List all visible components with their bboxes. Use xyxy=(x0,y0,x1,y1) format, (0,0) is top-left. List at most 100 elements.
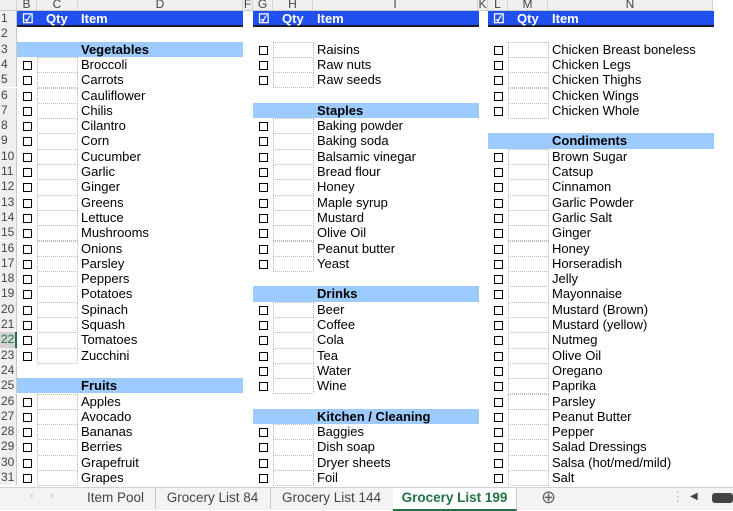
item-checkbox[interactable] xyxy=(259,458,268,468)
item-checkbox[interactable] xyxy=(494,168,503,177)
row-number[interactable]: 31 xyxy=(0,470,17,486)
column-header-B[interactable]: B xyxy=(17,0,37,11)
item-checkbox[interactable] xyxy=(494,183,503,193)
item-checkbox[interactable] xyxy=(23,474,32,483)
qty-input[interactable] xyxy=(273,56,314,74)
sheet-tab-1[interactable]: Grocery List 84 xyxy=(155,488,271,509)
column-header-H[interactable]: H xyxy=(273,0,313,11)
item-checkbox[interactable] xyxy=(23,168,32,177)
qty-input[interactable] xyxy=(508,470,549,487)
qty-input[interactable] xyxy=(37,424,78,441)
qty-input[interactable] xyxy=(37,133,78,150)
row-number[interactable]: 8 xyxy=(0,118,17,134)
add-sheet-icon[interactable]: ⊕ xyxy=(541,487,556,508)
item-checkbox[interactable] xyxy=(259,137,268,147)
row-number[interactable]: 4 xyxy=(0,56,17,73)
row-number[interactable]: 27 xyxy=(0,408,17,425)
qty-input[interactable] xyxy=(508,164,549,181)
qty-input[interactable] xyxy=(508,271,549,288)
qty-input[interactable] xyxy=(37,194,78,211)
row-number[interactable]: 21 xyxy=(0,317,17,333)
item-checkbox[interactable] xyxy=(259,122,268,132)
column-header-F[interactable]: F xyxy=(243,0,253,11)
item-checkbox[interactable] xyxy=(259,183,268,193)
item-checkbox[interactable] xyxy=(494,458,503,468)
qty-input[interactable] xyxy=(273,240,314,257)
qty-input[interactable] xyxy=(273,209,314,227)
qty-input[interactable] xyxy=(508,332,549,349)
qty-input[interactable] xyxy=(508,240,549,257)
column-header-K[interactable]: K xyxy=(478,0,488,11)
item-checkbox[interactable] xyxy=(494,229,503,239)
item-checkbox[interactable] xyxy=(23,397,32,407)
item-checkbox[interactable] xyxy=(494,305,503,315)
qty-input[interactable] xyxy=(508,56,549,74)
item-checkbox[interactable] xyxy=(259,366,268,376)
item-checkbox[interactable] xyxy=(494,259,503,269)
item-checkbox[interactable] xyxy=(259,168,268,177)
qty-input[interactable] xyxy=(37,56,78,74)
row-number[interactable]: 5 xyxy=(0,72,17,88)
row-number[interactable]: 1 xyxy=(0,11,17,27)
item-checkbox[interactable] xyxy=(494,152,503,162)
item-checkbox[interactable] xyxy=(494,76,503,86)
item-checkbox[interactable] xyxy=(494,244,503,254)
qty-input[interactable] xyxy=(508,454,549,471)
qty-input[interactable] xyxy=(508,424,549,441)
item-checkbox[interactable] xyxy=(494,474,503,483)
item-checkbox[interactable] xyxy=(23,290,32,300)
column-header-G[interactable]: G xyxy=(253,0,273,11)
qty-input[interactable] xyxy=(508,362,549,380)
qty-input[interactable] xyxy=(508,209,549,227)
column-header-M[interactable]: M xyxy=(508,0,548,11)
item-checkbox[interactable] xyxy=(494,290,503,300)
item-checkbox[interactable] xyxy=(23,229,32,239)
qty-input[interactable] xyxy=(37,271,78,288)
qty-input[interactable] xyxy=(508,255,549,273)
item-checkbox[interactable] xyxy=(259,244,268,254)
qty-input[interactable] xyxy=(508,179,549,196)
qty-input[interactable] xyxy=(508,102,549,120)
qty-input[interactable] xyxy=(37,393,78,410)
qty-input[interactable] xyxy=(508,408,549,426)
row-number[interactable]: 26 xyxy=(0,393,17,409)
item-checkbox[interactable] xyxy=(23,305,32,315)
qty-input[interactable] xyxy=(37,439,78,456)
item-checkbox[interactable] xyxy=(259,60,268,70)
row-number[interactable]: 15 xyxy=(0,225,17,241)
row-number[interactable]: 14 xyxy=(0,209,17,226)
row-number[interactable]: 18 xyxy=(0,271,17,287)
qty-input[interactable] xyxy=(508,347,549,364)
qty-input[interactable] xyxy=(37,408,78,426)
row-number[interactable]: 17 xyxy=(0,255,17,272)
row-number[interactable]: 23 xyxy=(0,347,17,363)
qty-input[interactable] xyxy=(273,362,314,380)
scroll-right-icon[interactable]: › xyxy=(50,490,54,502)
qty-input[interactable] xyxy=(273,317,314,334)
qty-input[interactable] xyxy=(37,286,78,303)
item-checkbox[interactable] xyxy=(259,428,268,438)
qty-input[interactable] xyxy=(273,118,314,135)
qty-input[interactable] xyxy=(273,378,314,395)
item-checkbox[interactable] xyxy=(23,198,32,208)
item-checkbox[interactable] xyxy=(259,474,268,483)
qty-input[interactable] xyxy=(37,148,78,165)
row-number[interactable]: 10 xyxy=(0,148,17,164)
qty-input[interactable] xyxy=(508,87,549,104)
item-checkbox[interactable] xyxy=(494,412,503,422)
qty-input[interactable] xyxy=(37,164,78,181)
item-checkbox[interactable] xyxy=(23,275,32,285)
item-checkbox[interactable] xyxy=(23,428,32,438)
item-checkbox[interactable] xyxy=(23,76,32,86)
row-number[interactable]: 24 xyxy=(0,362,17,379)
more-icon[interactable]: ⋮ xyxy=(671,489,685,505)
qty-input[interactable] xyxy=(273,301,314,318)
qty-input[interactable] xyxy=(508,286,549,303)
row-number[interactable]: 25 xyxy=(0,378,17,394)
item-checkbox[interactable] xyxy=(259,45,268,55)
qty-input[interactable] xyxy=(273,225,314,242)
item-checkbox[interactable] xyxy=(259,229,268,239)
item-checkbox[interactable] xyxy=(494,382,503,392)
item-checkbox[interactable] xyxy=(494,198,503,208)
qty-input[interactable] xyxy=(37,470,78,487)
